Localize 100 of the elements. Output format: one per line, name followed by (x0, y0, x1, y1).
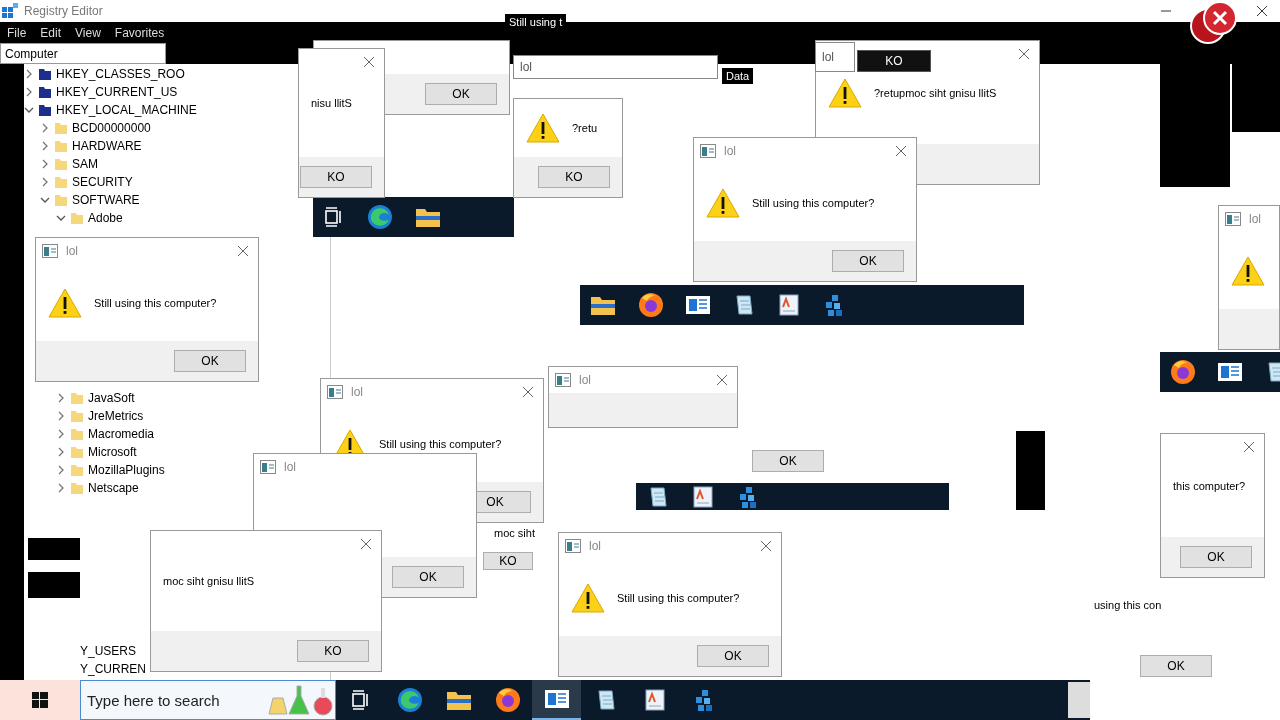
window-title: lol (822, 50, 834, 64)
folder-icon (54, 193, 68, 207)
tree-item[interactable]: Adobe (88, 211, 123, 225)
folder-icon (70, 481, 84, 495)
dialog-button[interactable]: KO (538, 166, 610, 188)
dialog-message: Still using this computer? (752, 196, 875, 209)
browser-icon[interactable] (1170, 359, 1196, 385)
dialog-button[interactable]: OK (392, 566, 464, 588)
folder-icon[interactable] (415, 206, 441, 228)
document-icon[interactable] (692, 484, 714, 509)
dialog-button[interactable]: KO (300, 166, 372, 188)
tree-item[interactable]: JavaSoft (88, 391, 135, 405)
dialog-title: lol (579, 373, 591, 387)
message-text: Data (722, 68, 754, 84)
tree-item[interactable]: MozillaPlugins (88, 463, 165, 477)
dialog-message: this computer? (1173, 479, 1246, 492)
close-icon[interactable] (1256, 5, 1268, 17)
dialog-message: Still using this computer? (617, 591, 740, 604)
dialog-button[interactable]: KO (857, 50, 931, 72)
folder-icon (38, 103, 52, 117)
tree-item[interactable]: HARDWARE (72, 139, 142, 153)
tree-item[interactable]: Macromedia (88, 427, 155, 441)
dialog-message: moc siht gnisu llitS (163, 575, 255, 587)
chevron-icon[interactable] (40, 141, 50, 151)
tree-item[interactable]: JreMetrics (88, 409, 144, 423)
tree-item[interactable]: SOFTWARE (72, 193, 140, 207)
chevron-icon[interactable] (56, 393, 66, 403)
chevron-icon[interactable] (56, 447, 66, 457)
menu-item[interactable]: View (75, 25, 101, 40)
flask-icon (265, 684, 335, 716)
close-icon[interactable] (716, 374, 728, 386)
dialog-button[interactable]: OK (425, 83, 497, 105)
start-button[interactable] (0, 680, 80, 720)
close-icon[interactable] (237, 245, 249, 257)
document-icon[interactable] (778, 293, 800, 317)
folder-icon (54, 175, 68, 189)
dialog-button[interactable]: KO (297, 640, 369, 662)
dialog-message: ?retu (572, 122, 598, 134)
tree-item[interactable]: HKEY_CLASSES_ROO (56, 67, 185, 81)
app-icon (1225, 212, 1241, 226)
chevron-icon[interactable] (56, 465, 66, 475)
menu-item[interactable]: Favorites (114, 25, 165, 40)
folder-icon (70, 463, 84, 477)
menu-item[interactable]: Edit (40, 25, 62, 40)
window-icon[interactable] (532, 680, 581, 720)
close-icon[interactable] (895, 145, 907, 157)
tree-item[interactable]: SAM (72, 157, 98, 171)
close-icon[interactable] (1243, 441, 1255, 453)
message-text: Still using t (505, 14, 567, 30)
chevron-icon[interactable] (24, 69, 34, 79)
folder-icon (54, 121, 68, 135)
dialog-button[interactable]: OK (752, 450, 824, 472)
chevron-icon[interactable] (56, 429, 66, 439)
close-icon[interactable] (1018, 48, 1030, 60)
dialog-footer (1219, 309, 1279, 349)
app-icon (42, 244, 58, 258)
chevron-icon[interactable] (40, 195, 50, 205)
chevron-icon[interactable] (40, 159, 50, 169)
browser-icon[interactable] (367, 204, 393, 230)
search-bar[interactable]: Type here to search (80, 680, 336, 720)
close-icon[interactable] (360, 538, 372, 550)
dialog-button[interactable]: OK (697, 645, 769, 667)
close-icon[interactable] (522, 386, 534, 398)
tree-item[interactable]: HKEY_LOCAL_MACHINE (56, 103, 197, 117)
app-icon (700, 144, 716, 158)
tree-item[interactable]: Y_CURREN (80, 660, 146, 678)
search-field[interactable]: Type here to search (81, 690, 265, 710)
dialog-button[interactable]: OK (832, 250, 904, 272)
dialog-title: lol (589, 539, 601, 553)
tree-item[interactable]: SECURITY (72, 175, 133, 189)
dialog-message: nisu llitS (311, 97, 352, 109)
chevron-icon[interactable] (56, 483, 66, 493)
dialog-message: Still using this computer? (379, 437, 502, 450)
folder-icon (54, 139, 68, 153)
dialog-button[interactable]: KO (483, 552, 533, 570)
folder-icon[interactable] (590, 294, 616, 316)
close-icon[interactable] (760, 540, 772, 552)
chevron-icon[interactable] (56, 411, 66, 421)
tree-item[interactable]: HKEY_CURRENT_US (56, 85, 178, 99)
folder-icon (38, 67, 52, 81)
chevron-icon[interactable] (24, 87, 34, 97)
close-icon[interactable] (363, 56, 375, 68)
dialog-button[interactable]: OK (1180, 546, 1252, 568)
dialog-button[interactable]: OK (174, 350, 246, 372)
dialog-button[interactable]: OK (1140, 655, 1212, 677)
tree-item[interactable]: BCD00000000 (72, 121, 151, 135)
tree-item[interactable]: Y_USERS (80, 642, 146, 660)
window-title: Registry Editor (24, 4, 103, 18)
browser-icon[interactable] (638, 292, 664, 318)
tree-item[interactable]: Netscape (88, 481, 139, 495)
window-title: lol (520, 60, 532, 74)
folder-icon (70, 211, 84, 225)
chevron-icon[interactable] (40, 123, 50, 133)
menu-item[interactable]: File (7, 25, 27, 40)
tree-item[interactable]: Microsoft (88, 445, 137, 459)
dialog-message: Still using this computer? (94, 296, 217, 309)
chevron-icon[interactable] (56, 213, 66, 223)
address-field[interactable]: Computer (0, 43, 166, 64)
chevron-icon[interactable] (40, 177, 50, 187)
scrollbar-thumb[interactable] (1068, 682, 1090, 718)
